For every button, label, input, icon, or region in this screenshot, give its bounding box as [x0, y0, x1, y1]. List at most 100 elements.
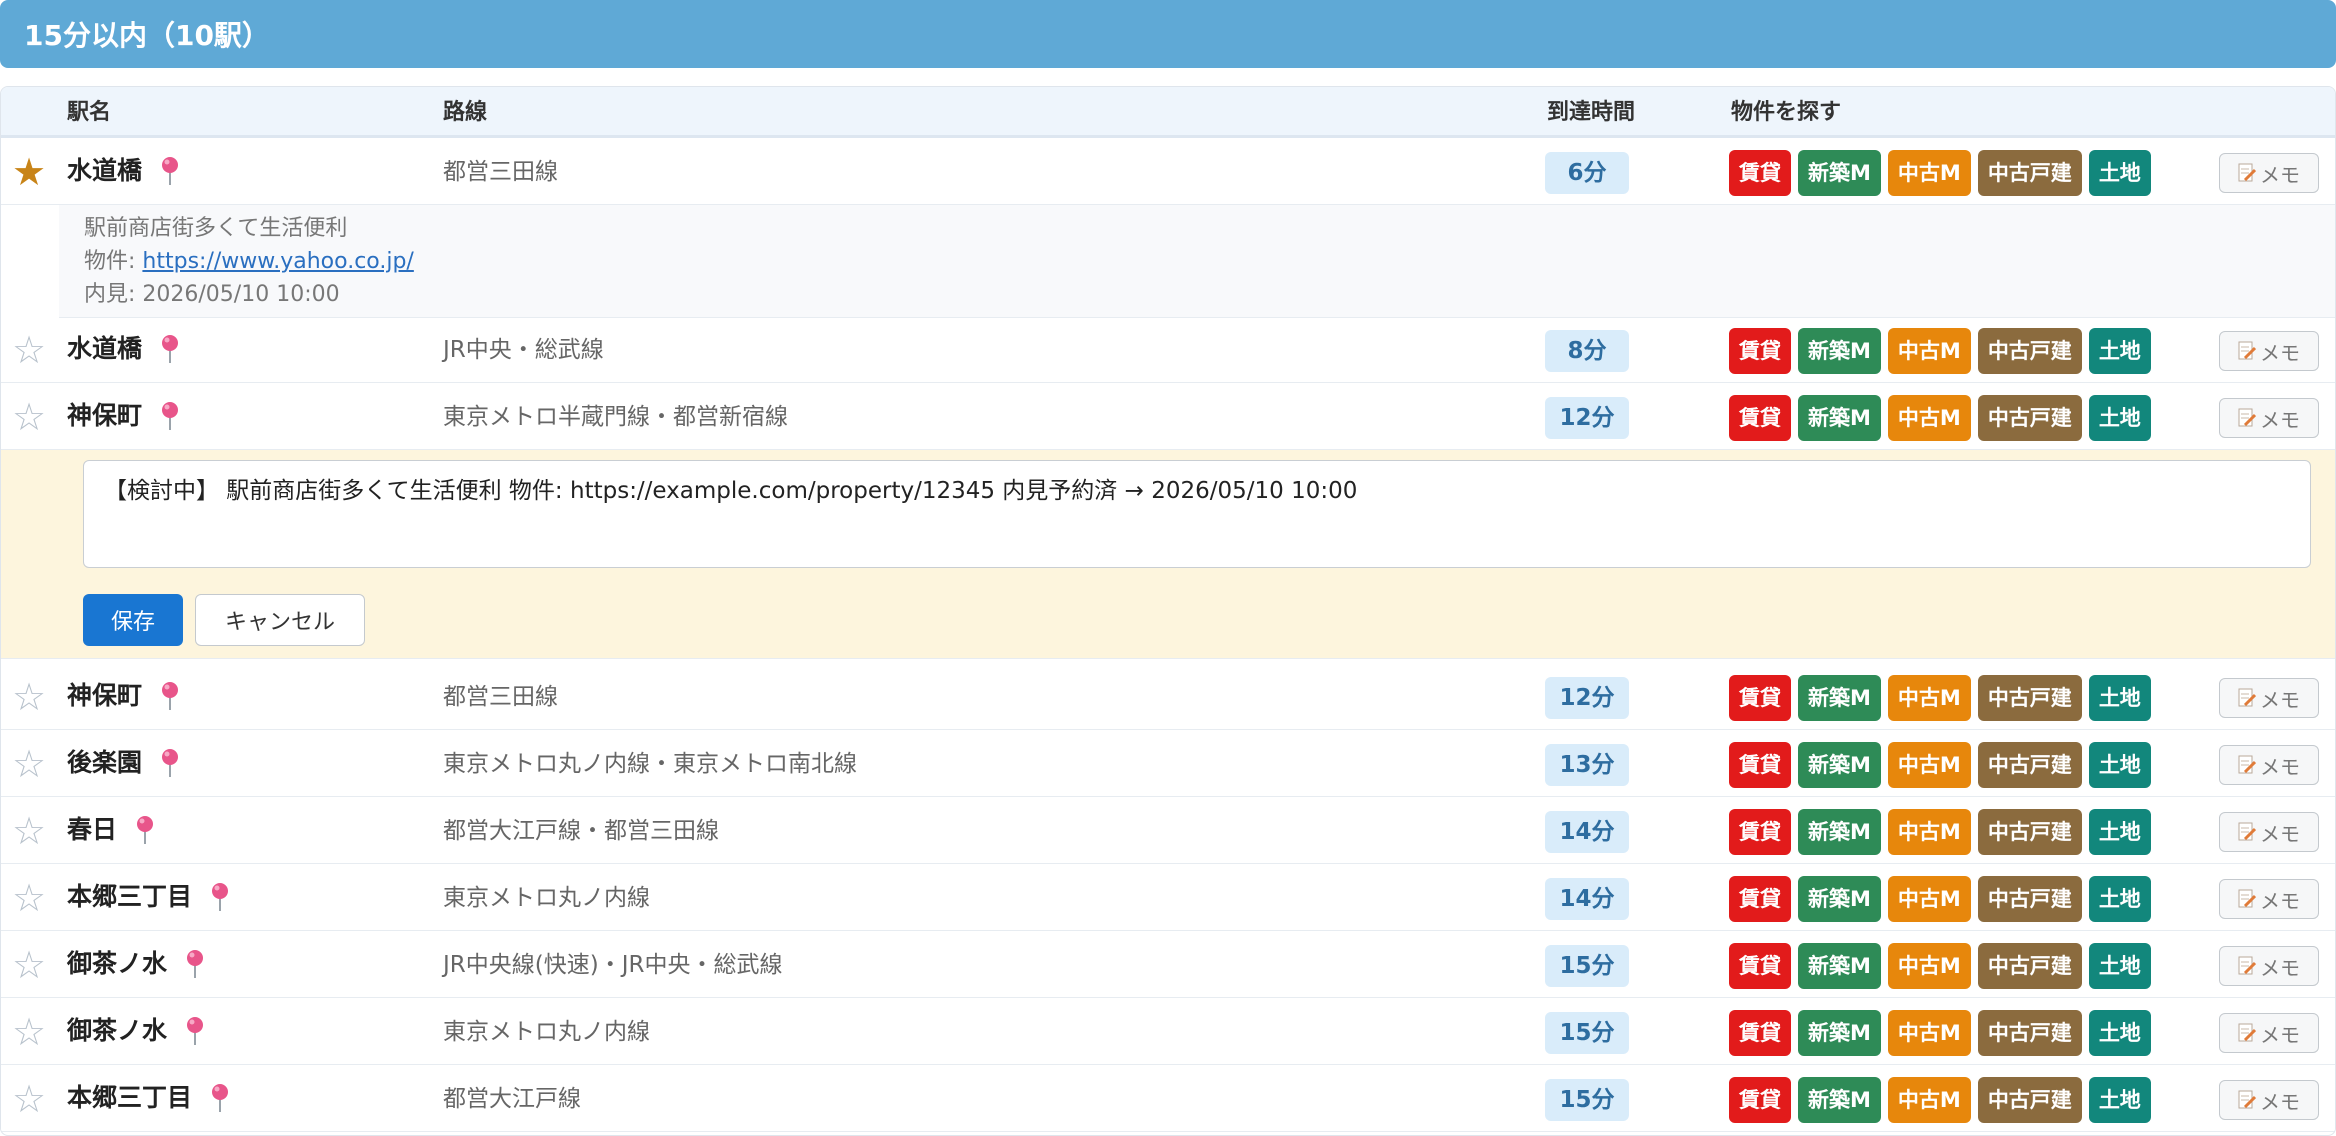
- table-row: ☆ 本郷三丁目 東京メトロ丸ノ内線 14分 賃貸 新築M 中古M 中古戸建 土地 メモ: [1, 864, 2335, 931]
- used-mansion-tag-button[interactable]: 中古M: [1887, 876, 1971, 922]
- land-tag-button[interactable]: 土地: [2088, 675, 2151, 721]
- save-button[interactable]: 保存: [83, 594, 183, 646]
- memo-button[interactable]: メモ: [2219, 1080, 2319, 1120]
- land-tag-button[interactable]: 土地: [2088, 150, 2151, 196]
- rent-tag-button[interactable]: 賃貸: [1729, 1010, 1791, 1056]
- memo-button[interactable]: メモ: [2219, 745, 2319, 785]
- used-house-tag-button[interactable]: 中古戸建: [1977, 150, 2082, 196]
- rent-tag-button[interactable]: 賃貸: [1729, 395, 1791, 441]
- star-icon[interactable]: ☆: [9, 811, 49, 851]
- used-house-tag-button[interactable]: 中古戸建: [1977, 809, 2082, 855]
- star-icon[interactable]: ★: [9, 152, 49, 192]
- land-tag-button[interactable]: 土地: [2088, 809, 2151, 855]
- rent-tag-button[interactable]: 賃貸: [1729, 328, 1791, 374]
- rent-tag-button[interactable]: 賃貸: [1729, 1077, 1791, 1123]
- search-tags: 賃貸 新築M 中古M 中古戸建 土地: [1729, 809, 2158, 855]
- time-badge: 12分: [1545, 397, 1629, 439]
- memo-note-viewing: 内見: 2026/05/10 10:00: [84, 282, 340, 307]
- star-icon[interactable]: ☆: [9, 397, 49, 437]
- new-mansion-tag-button[interactable]: 新築M: [1798, 395, 1881, 441]
- new-mansion-tag-button[interactable]: 新築M: [1798, 876, 1881, 922]
- search-tags: 賃貸 新築M 中古M 中古戸建 土地: [1729, 1077, 2158, 1123]
- station-name: 神保町: [67, 399, 180, 433]
- map-pin-icon[interactable]: [160, 401, 180, 431]
- map-pin-icon[interactable]: [185, 949, 205, 979]
- land-tag-button[interactable]: 土地: [2088, 742, 2151, 788]
- memo-button-label: メモ: [2260, 1022, 2300, 1047]
- used-mansion-tag-button[interactable]: 中古M: [1887, 809, 1971, 855]
- land-tag-button[interactable]: 土地: [2088, 943, 2151, 989]
- star-icon[interactable]: ☆: [9, 878, 49, 918]
- line-name: JR中央・総武線: [443, 337, 604, 363]
- section-header: 15分以内（10駅）: [0, 0, 2336, 68]
- map-pin-icon[interactable]: [160, 334, 180, 364]
- memo-note-property-link[interactable]: https://www.yahoo.co.jp/: [142, 249, 413, 274]
- memo-button[interactable]: メモ: [2219, 331, 2319, 371]
- map-pin-icon[interactable]: [160, 681, 180, 711]
- new-mansion-tag-button[interactable]: 新築M: [1798, 328, 1881, 374]
- line-name: 東京メトロ丸ノ内線・東京メトロ南北線: [443, 751, 857, 777]
- map-pin-icon[interactable]: [135, 815, 155, 845]
- used-mansion-tag-button[interactable]: 中古M: [1887, 742, 1971, 788]
- memo-button[interactable]: メモ: [2219, 1013, 2319, 1053]
- rent-tag-button[interactable]: 賃貸: [1729, 876, 1791, 922]
- memo-textarea[interactable]: 【検討中】 駅前商店街多くて生活便利 物件: https://example.c…: [83, 460, 2311, 568]
- memo-button[interactable]: メモ: [2219, 812, 2319, 852]
- new-mansion-tag-button[interactable]: 新築M: [1798, 675, 1881, 721]
- rent-tag-button[interactable]: 賃貸: [1729, 150, 1791, 196]
- map-pin-icon[interactable]: [160, 748, 180, 778]
- memo-button[interactable]: メモ: [2219, 678, 2319, 718]
- land-tag-button[interactable]: 土地: [2088, 395, 2151, 441]
- new-mansion-tag-button[interactable]: 新築M: [1798, 1077, 1881, 1123]
- map-pin-icon[interactable]: [210, 1083, 230, 1113]
- memo-icon: [2238, 1023, 2257, 1043]
- line-name: 都営大江戸線: [443, 1086, 581, 1112]
- used-house-tag-button[interactable]: 中古戸建: [1977, 328, 2082, 374]
- used-house-tag-button[interactable]: 中古戸建: [1977, 675, 2082, 721]
- used-mansion-tag-button[interactable]: 中古M: [1887, 943, 1971, 989]
- land-tag-button[interactable]: 土地: [2088, 328, 2151, 374]
- used-mansion-tag-button[interactable]: 中古M: [1887, 395, 1971, 441]
- rent-tag-button[interactable]: 賃貸: [1729, 742, 1791, 788]
- new-mansion-tag-button[interactable]: 新築M: [1798, 943, 1881, 989]
- used-house-tag-button[interactable]: 中古戸建: [1977, 742, 2082, 788]
- memo-button[interactable]: メモ: [2219, 879, 2319, 919]
- cancel-button[interactable]: キャンセル: [195, 594, 365, 646]
- map-pin-icon[interactable]: [185, 1016, 205, 1046]
- map-pin-icon[interactable]: [210, 882, 230, 912]
- star-icon[interactable]: ☆: [9, 677, 49, 717]
- memo-button-label: メモ: [2260, 955, 2300, 980]
- rent-tag-button[interactable]: 賃貸: [1729, 943, 1791, 989]
- land-tag-button[interactable]: 土地: [2088, 876, 2151, 922]
- used-mansion-tag-button[interactable]: 中古M: [1887, 328, 1971, 374]
- memo-button[interactable]: メモ: [2219, 398, 2319, 438]
- new-mansion-tag-button[interactable]: 新築M: [1798, 742, 1881, 788]
- used-mansion-tag-button[interactable]: 中古M: [1887, 150, 1971, 196]
- used-house-tag-button[interactable]: 中古戸建: [1977, 395, 2082, 441]
- used-house-tag-button[interactable]: 中古戸建: [1977, 1010, 2082, 1056]
- table-row: ☆ 春日 都営大江戸線・都営三田線 14分 賃貸 新築M 中古M 中古戸建 土地 メモ: [1, 797, 2335, 864]
- new-mansion-tag-button[interactable]: 新築M: [1798, 150, 1881, 196]
- station-name-text: 御茶ノ水: [67, 949, 168, 978]
- star-icon[interactable]: ☆: [9, 1079, 49, 1119]
- star-icon[interactable]: ☆: [9, 1012, 49, 1052]
- memo-icon: [2238, 755, 2257, 775]
- used-house-tag-button[interactable]: 中古戸建: [1977, 1077, 2082, 1123]
- rent-tag-button[interactable]: 賃貸: [1729, 675, 1791, 721]
- star-icon[interactable]: ☆: [9, 330, 49, 370]
- land-tag-button[interactable]: 土地: [2088, 1077, 2151, 1123]
- star-icon[interactable]: ☆: [9, 744, 49, 784]
- used-mansion-tag-button[interactable]: 中古M: [1887, 675, 1971, 721]
- rent-tag-button[interactable]: 賃貸: [1729, 809, 1791, 855]
- memo-button[interactable]: メモ: [2219, 153, 2319, 193]
- map-pin-icon[interactable]: [160, 156, 180, 186]
- new-mansion-tag-button[interactable]: 新築M: [1798, 809, 1881, 855]
- new-mansion-tag-button[interactable]: 新築M: [1798, 1010, 1881, 1056]
- used-house-tag-button[interactable]: 中古戸建: [1977, 943, 2082, 989]
- star-icon[interactable]: ☆: [9, 945, 49, 985]
- used-mansion-tag-button[interactable]: 中古M: [1887, 1077, 1971, 1123]
- land-tag-button[interactable]: 土地: [2088, 1010, 2151, 1056]
- used-mansion-tag-button[interactable]: 中古M: [1887, 1010, 1971, 1056]
- memo-button[interactable]: メモ: [2219, 946, 2319, 986]
- used-house-tag-button[interactable]: 中古戸建: [1977, 876, 2082, 922]
